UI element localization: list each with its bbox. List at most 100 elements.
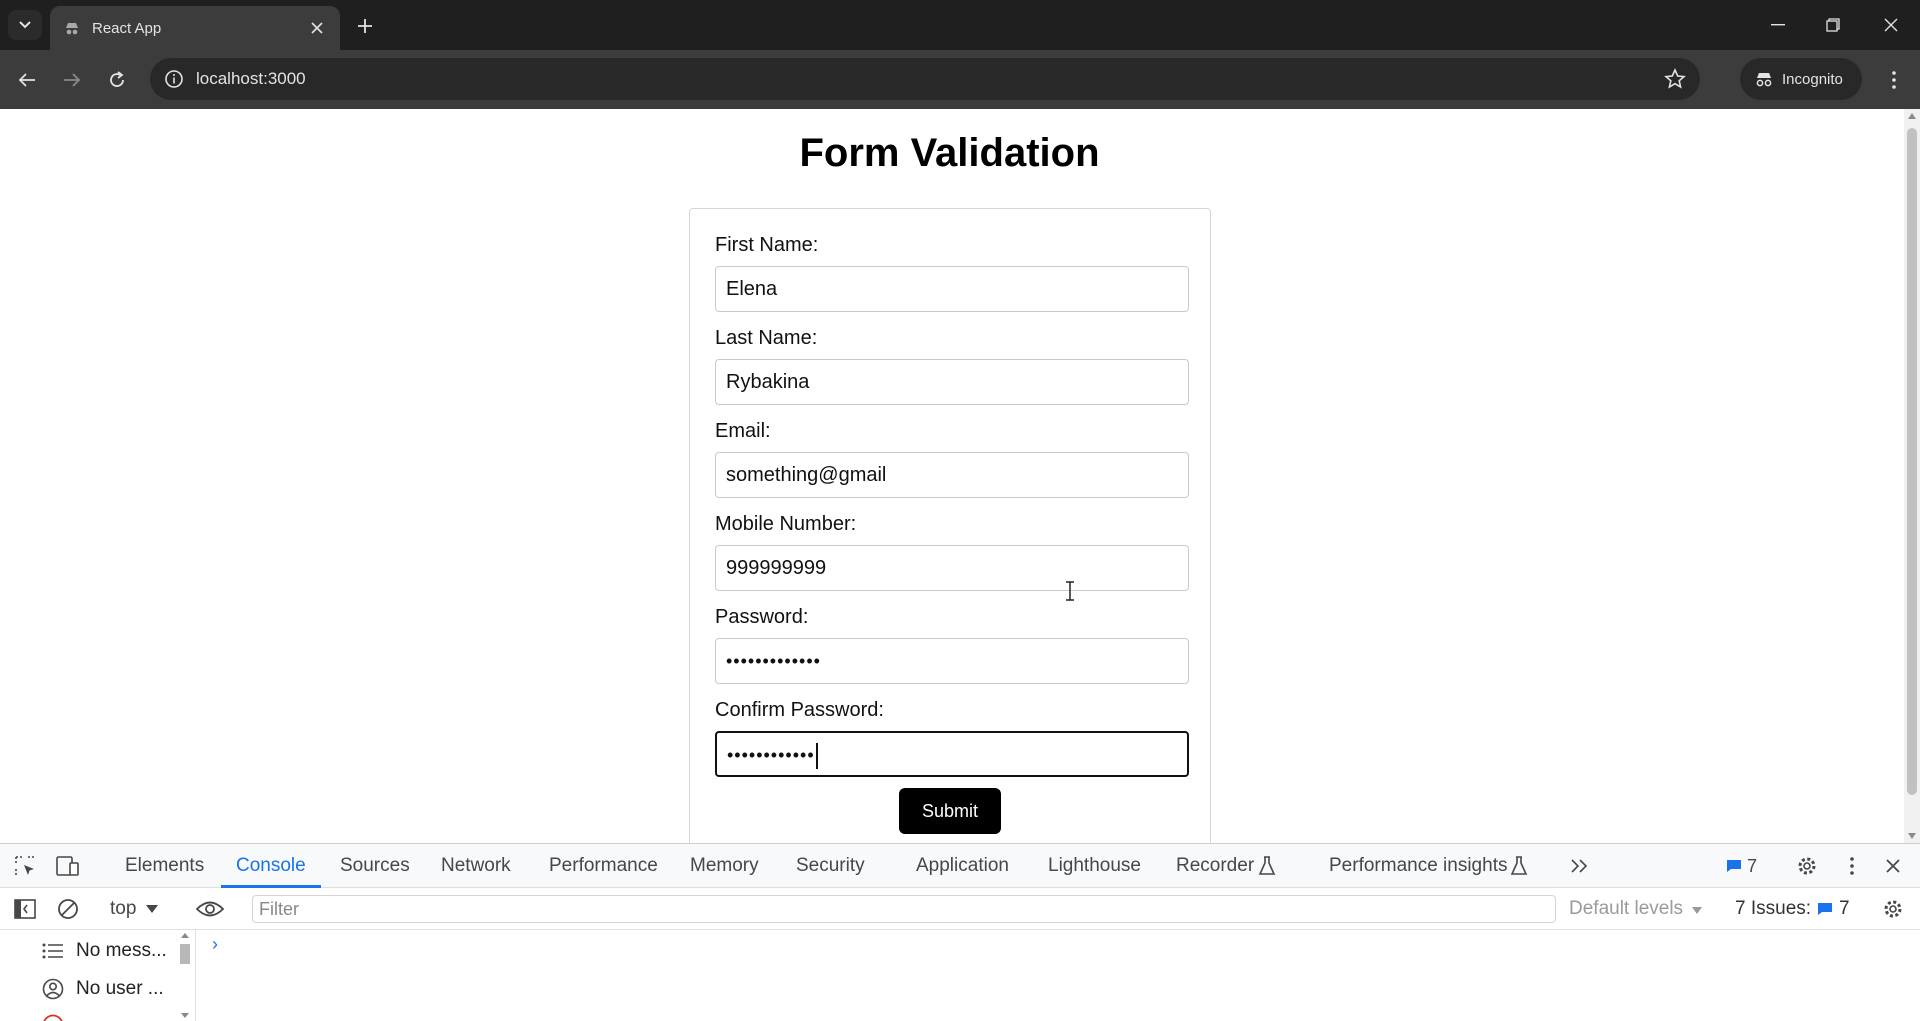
back-button[interactable] bbox=[12, 65, 42, 95]
messages-badge-count: 7 bbox=[1747, 856, 1757, 877]
devtools-menu-icon[interactable] bbox=[1838, 852, 1866, 880]
console-body: No mess... No user ... › bbox=[0, 930, 1920, 1021]
more-vertical-icon bbox=[1892, 71, 1896, 89]
first-name-field-group: First Name: Elena bbox=[715, 234, 1189, 312]
list-icon bbox=[42, 942, 64, 960]
incognito-icon bbox=[1754, 71, 1774, 87]
page-viewport: Form Validation First Name: Elena Last N… bbox=[0, 109, 1904, 843]
tab-security[interactable]: Security bbox=[796, 844, 865, 888]
bookmark-star-icon[interactable] bbox=[1664, 68, 1686, 90]
email-input[interactable]: something@gmail bbox=[715, 452, 1189, 498]
incognito-indicator[interactable]: Incognito bbox=[1740, 58, 1862, 100]
sidebar-item-messages[interactable]: No mess... bbox=[42, 936, 167, 966]
close-window-button[interactable] bbox=[1868, 10, 1914, 40]
settings-gear-icon[interactable] bbox=[1793, 852, 1821, 880]
restore-button[interactable] bbox=[1810, 10, 1856, 40]
tab-performance-insights[interactable]: Performance insights bbox=[1329, 844, 1507, 888]
reload-button[interactable] bbox=[102, 65, 132, 95]
validation-form: First Name: Elena Last Name: Rybakina Em… bbox=[689, 208, 1211, 843]
password-input[interactable]: ••••••••••••• bbox=[715, 638, 1189, 684]
console-sidebar: No mess... No user ... bbox=[0, 930, 196, 1021]
restore-icon bbox=[1826, 18, 1840, 32]
console-filter-bar: top Filter Default levels 7 Issues: 7 bbox=[0, 888, 1920, 930]
last-name-input[interactable]: Rybakina bbox=[715, 359, 1189, 405]
tab-memory[interactable]: Memory bbox=[690, 844, 759, 888]
tab-network[interactable]: Network bbox=[441, 844, 511, 888]
issues-count: 7 bbox=[1839, 896, 1850, 922]
sidebar-item-user-messages[interactable]: No user ... bbox=[42, 974, 164, 1004]
mobile-field-group: Mobile Number: 999999999 bbox=[715, 513, 1189, 591]
browser-tab[interactable]: React App bbox=[50, 6, 340, 50]
reload-icon bbox=[108, 71, 126, 89]
device-toolbar-icon[interactable] bbox=[54, 852, 82, 880]
submit-button[interactable]: Submit bbox=[899, 788, 1001, 834]
tab-elements[interactable]: Elements bbox=[125, 844, 204, 888]
tab-application[interactable]: Application bbox=[916, 844, 1009, 888]
tab-lighthouse[interactable]: Lighthouse bbox=[1048, 844, 1141, 888]
scroll-up-arrow-icon[interactable] bbox=[1908, 113, 1916, 119]
browser-menu-button[interactable] bbox=[1880, 65, 1908, 95]
tab-sources[interactable]: Sources bbox=[340, 844, 410, 888]
issues-button[interactable]: 7 Issues: 7 bbox=[1735, 896, 1850, 922]
sidebar-item-errors[interactable] bbox=[42, 1010, 64, 1021]
minimize-icon bbox=[1771, 24, 1785, 26]
tab-title: React App bbox=[92, 20, 306, 37]
experimental-flask-icon bbox=[1505, 852, 1533, 880]
console-filter-input[interactable]: Filter bbox=[252, 895, 1556, 923]
confirm-password-input[interactable]: •••••••••••• bbox=[715, 731, 1189, 777]
url-text[interactable]: localhost:3000 bbox=[196, 69, 306, 89]
confirm-password-value: •••••••••••• bbox=[727, 745, 815, 765]
first-name-label: First Name: bbox=[715, 234, 1189, 258]
minimize-button[interactable] bbox=[1755, 10, 1801, 40]
browser-toolbar: localhost:3000 Incognito bbox=[0, 50, 1920, 109]
devtools-tab-bar: Elements Console Sources Network Perform… bbox=[0, 844, 1920, 888]
scrollbar-thumb[interactable] bbox=[1907, 128, 1917, 795]
address-bar[interactable]: localhost:3000 bbox=[150, 58, 1700, 100]
text-caret bbox=[816, 743, 818, 769]
first-name-input[interactable]: Elena bbox=[715, 266, 1189, 312]
caret-down-icon bbox=[1692, 907, 1702, 914]
mobile-number-label: Mobile Number: bbox=[715, 513, 1189, 537]
context-selector[interactable]: top bbox=[110, 896, 158, 922]
arrow-right-icon bbox=[63, 72, 81, 88]
sidebar-item-user-label: No user ... bbox=[76, 978, 164, 1000]
tab-recorder[interactable]: Recorder bbox=[1176, 844, 1254, 888]
devtools-panel: Elements Console Sources Network Perform… bbox=[0, 843, 1920, 1020]
confirm-password-field-group: Confirm Password: •••••••••••• bbox=[715, 699, 1189, 777]
tab-console[interactable]: Console bbox=[236, 844, 306, 888]
email-field-group: Email: something@gmail bbox=[715, 420, 1189, 498]
console-settings-gear-icon[interactable] bbox=[1879, 895, 1907, 923]
close-tab-icon[interactable] bbox=[306, 17, 328, 39]
live-expression-eye-icon[interactable] bbox=[196, 895, 224, 923]
text-cursor-icon bbox=[1064, 581, 1076, 601]
close-devtools-icon[interactable] bbox=[1879, 852, 1907, 880]
browser-tab-bar: React App bbox=[0, 0, 1920, 50]
context-value: top bbox=[110, 898, 136, 920]
log-levels-dropdown[interactable]: Default levels bbox=[1569, 896, 1702, 922]
message-icon bbox=[1726, 859, 1742, 873]
password-field-group: Password: ••••••••••••• bbox=[715, 606, 1189, 684]
clear-console-icon[interactable] bbox=[54, 895, 82, 923]
incognito-label: Incognito bbox=[1782, 71, 1843, 88]
page-scrollbar[interactable] bbox=[1904, 109, 1920, 843]
incognito-favicon-icon bbox=[64, 20, 80, 36]
messages-badge[interactable]: 7 bbox=[1726, 852, 1757, 880]
message-icon bbox=[1817, 902, 1833, 916]
console-prompt-chevron-icon[interactable]: › bbox=[212, 934, 218, 955]
inspect-element-icon[interactable] bbox=[11, 852, 39, 880]
sidebar-toggle-icon[interactable] bbox=[11, 895, 39, 923]
forward-button[interactable] bbox=[57, 65, 87, 95]
last-name-label: Last Name: bbox=[715, 327, 1189, 351]
scroll-down-arrow-icon[interactable] bbox=[1908, 833, 1916, 839]
close-icon bbox=[1884, 18, 1898, 32]
sidebar-item-messages-label: No mess... bbox=[76, 940, 167, 962]
new-tab-button[interactable] bbox=[352, 13, 378, 39]
sidebar-scrollbar[interactable] bbox=[178, 930, 192, 1021]
tab-performance[interactable]: Performance bbox=[549, 844, 658, 888]
more-tabs-chevron-icon[interactable] bbox=[1566, 852, 1594, 880]
mobile-number-input[interactable]: 999999999 bbox=[715, 545, 1189, 591]
tab-search-button[interactable] bbox=[8, 10, 42, 40]
issues-label: 7 Issues: bbox=[1735, 896, 1811, 922]
info-icon[interactable] bbox=[164, 69, 184, 89]
confirm-password-label: Confirm Password: bbox=[715, 699, 1189, 723]
